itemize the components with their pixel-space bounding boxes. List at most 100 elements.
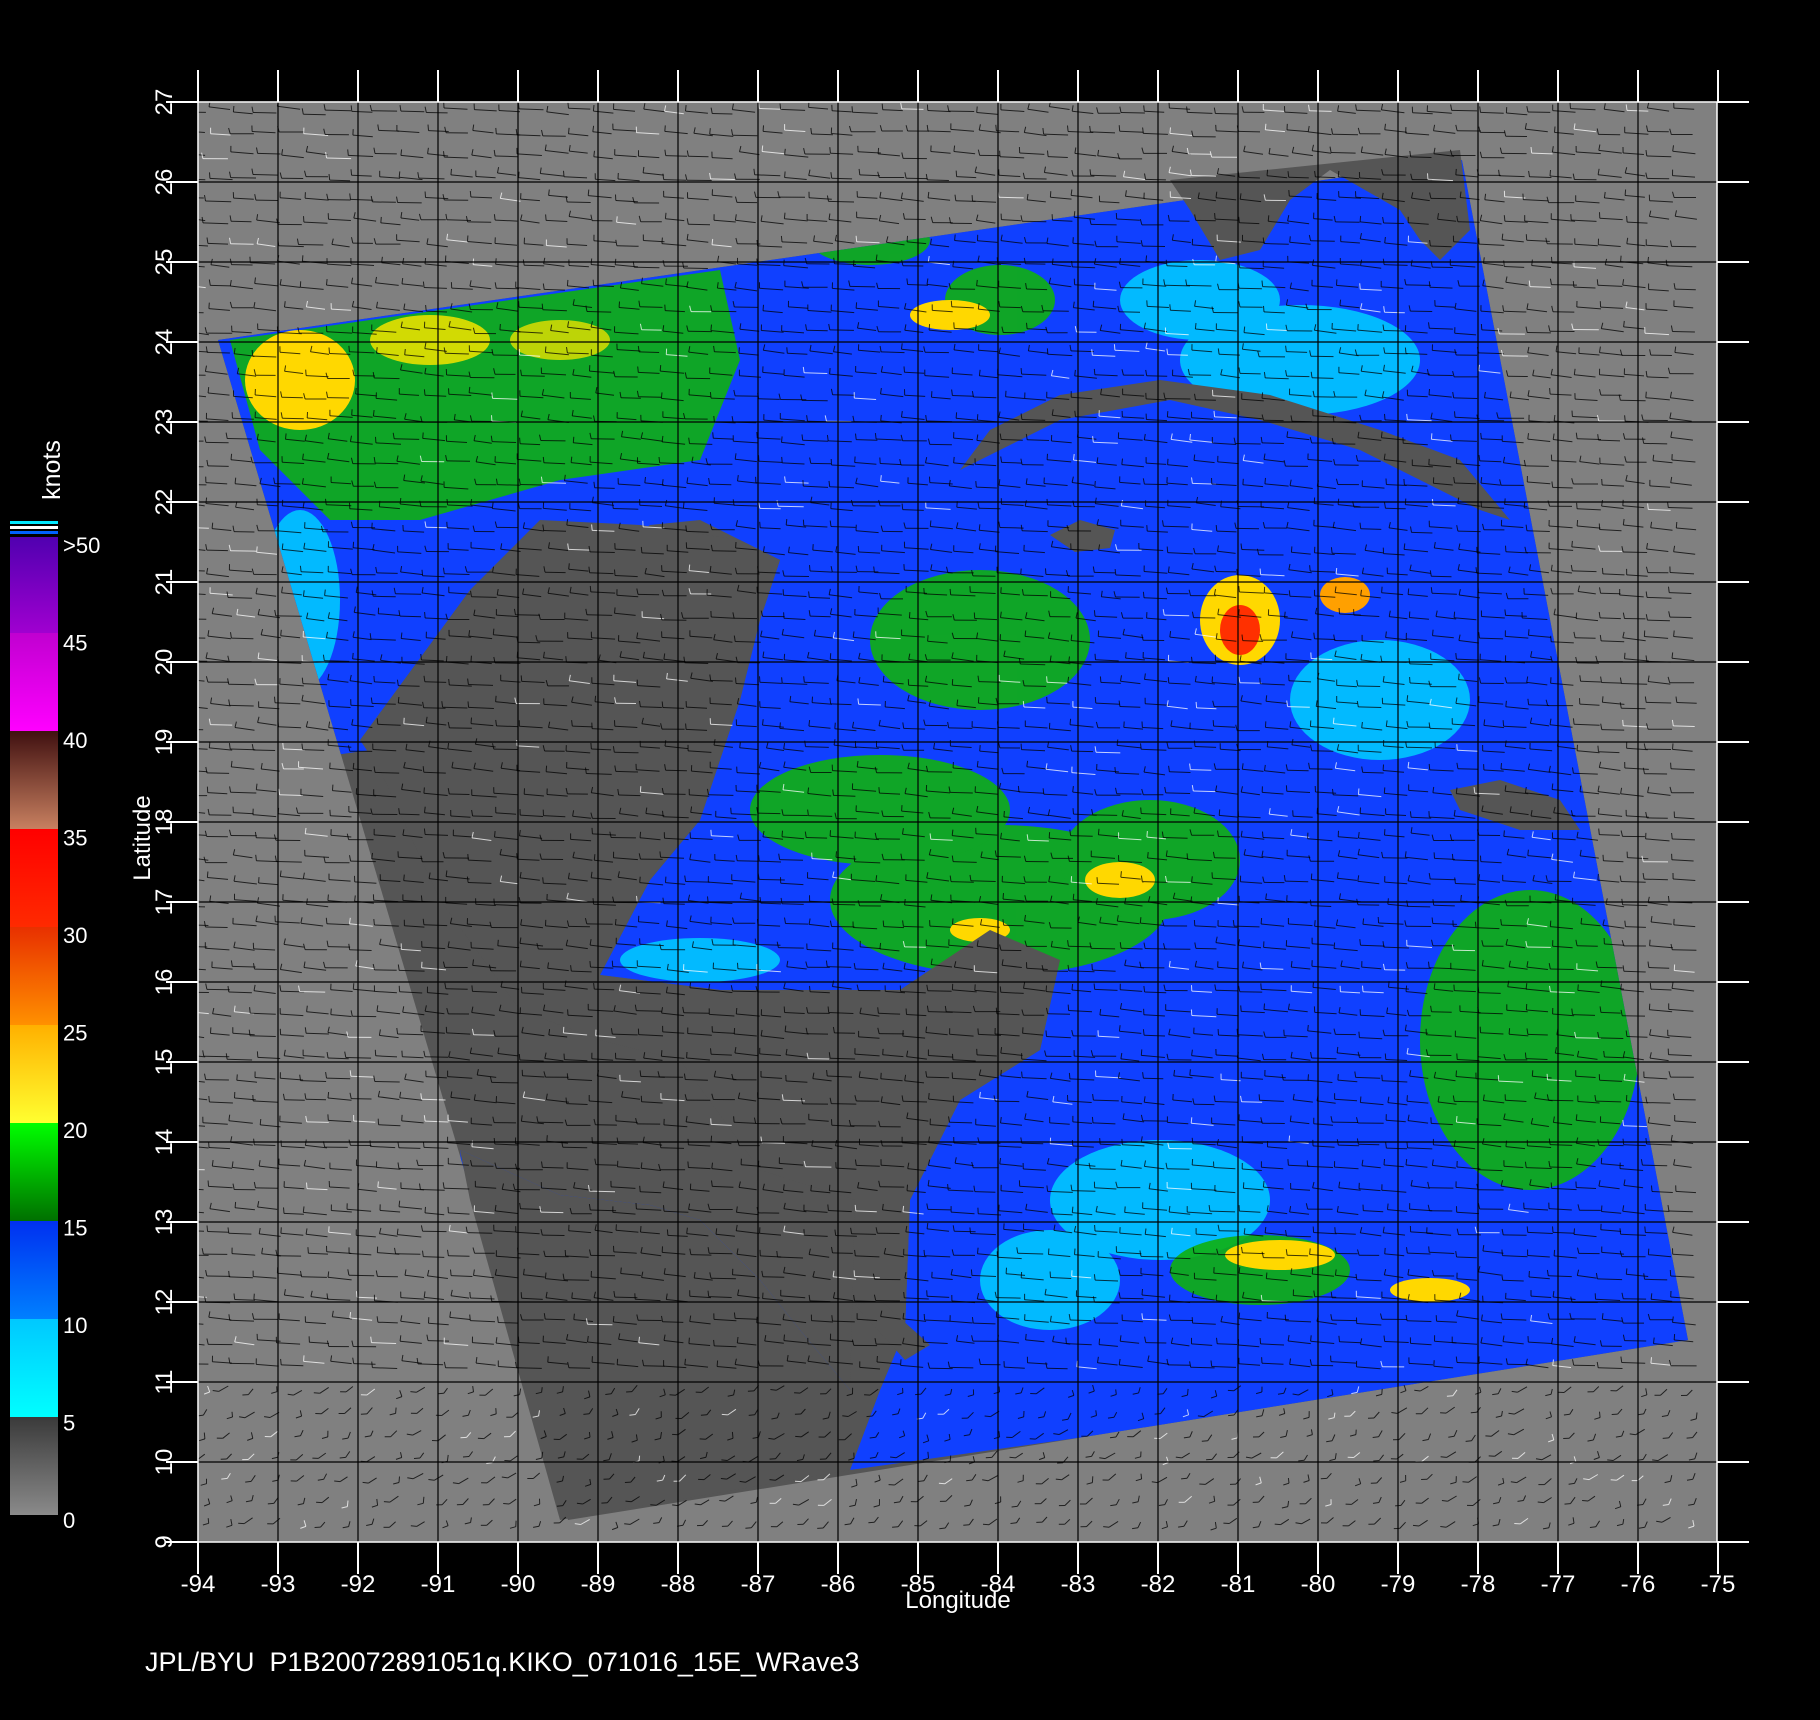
wind-barb — [1525, 465, 1549, 467]
wind-barb-flag — [443, 151, 445, 158]
wind-barb-flag — [372, 410, 375, 417]
wind-barb-flag — [422, 766, 425, 773]
wind-barb-flag — [1332, 788, 1334, 795]
wind-barb-flag — [636, 895, 638, 902]
wind-barb — [496, 725, 518, 728]
wind-barb — [1146, 375, 1168, 377]
wind-barb-flag — [953, 456, 955, 463]
wind-barb-flag — [1114, 569, 1117, 576]
wind-barb-flag — [1165, 259, 1168, 266]
wind-barb-flag — [1673, 630, 1675, 637]
wind-barb — [206, 772, 230, 774]
wind-barb — [198, 618, 207, 620]
wind-barb-flag — [467, 854, 469, 861]
wind-barb-flag — [1454, 877, 1456, 884]
wind-barb — [1239, 267, 1265, 270]
wind-barb-flag — [1265, 695, 1268, 702]
wind-barb — [618, 794, 641, 797]
wind-barb-flag — [518, 171, 520, 178]
wind-barb-flag — [572, 436, 575, 443]
wind-barb-flag — [951, 829, 954, 836]
wind-barb-flag — [186, 280, 187, 286]
wind-barb-flag — [1125, 652, 1127, 659]
wind-barb-flag — [1096, 457, 1099, 464]
wind-barb-flag — [179, 723, 180, 729]
wind-barb-flag — [1195, 701, 1198, 708]
wind-barb-flag — [1384, 236, 1386, 244]
wind-barb-flag — [1652, 454, 1655, 461]
wind-barb-flag — [1145, 255, 1148, 262]
wind-barb — [901, 859, 925, 861]
wind-barb-flag — [350, 105, 353, 112]
wind-barb-flag — [274, 696, 276, 703]
wind-barb — [778, 947, 804, 949]
wind-barb-flag — [1120, 871, 1122, 878]
wind-barb — [1311, 377, 1334, 379]
wind-barb-flag — [1450, 434, 1452, 441]
wind-barb — [1145, 178, 1166, 181]
wind-barb-flag — [855, 433, 857, 440]
wind-barb-flag — [1387, 898, 1389, 905]
wind-barb-flag — [1093, 368, 1096, 375]
wind-barb — [253, 112, 277, 114]
wind-barb-flag — [756, 431, 758, 439]
wind-barb-flag — [1527, 698, 1530, 705]
wind-barb — [1311, 750, 1334, 752]
wind-barb-flag — [1505, 700, 1507, 707]
wind-barb-flag — [779, 103, 782, 110]
wind-barb-flag — [1455, 653, 1457, 660]
wind-barb-flag — [828, 480, 831, 487]
wind-barb-flag — [1383, 787, 1386, 794]
wind-barb-flag — [1260, 917, 1263, 925]
wind-barb — [615, 770, 639, 773]
wind-barb-flag — [874, 433, 877, 440]
wind-barb-flag — [256, 546, 258, 553]
wind-barb — [207, 465, 229, 467]
wind-barb — [424, 681, 447, 683]
wind-barb-flag — [781, 677, 783, 684]
wind-barb-flag — [1403, 478, 1405, 486]
wind-barb — [282, 417, 304, 420]
wind-barb — [1433, 904, 1455, 907]
wind-barb — [328, 946, 351, 948]
wind-barb-flag — [570, 965, 572, 972]
wind-barb — [303, 113, 326, 116]
wind-barb-flag — [593, 150, 595, 157]
wind-barb — [639, 351, 660, 353]
wind-barb-flag — [1645, 391, 1647, 398]
wind-barb-flag — [1287, 171, 1290, 178]
wind-barb-flag — [1569, 102, 1571, 109]
wind-barb — [423, 707, 446, 709]
wind-barb-flag — [1339, 299, 1342, 306]
wind-barb-flag — [783, 212, 786, 219]
wind-barb-flag — [448, 678, 450, 686]
wind-barb-flag — [397, 696, 400, 704]
wind-barb-flag — [1474, 921, 1477, 928]
wind-barb-flag — [1473, 787, 1476, 794]
wind-barb-flag — [801, 434, 804, 441]
wind-barb-flag — [616, 216, 618, 223]
wind-barb — [1601, 682, 1622, 684]
wind-barb — [1026, 288, 1048, 291]
wind-barb — [542, 482, 567, 484]
wind-barb — [210, 724, 233, 726]
wind-barb-flag — [1624, 652, 1626, 659]
wind-barb-flag — [664, 125, 666, 132]
wind-barb-flag — [1089, 125, 1091, 132]
wind-barb — [1384, 311, 1405, 314]
wind-barb — [685, 881, 710, 883]
wind-barb-flag — [355, 387, 357, 395]
wind-barb-flag — [1042, 128, 1045, 135]
wind-barb-flag — [1290, 546, 1293, 553]
wind-barb-flag — [183, 919, 184, 925]
wind-barb — [394, 438, 420, 440]
wind-barb-flag — [399, 497, 402, 505]
wind-barb-flag — [975, 481, 977, 488]
wind-barb — [1332, 133, 1359, 136]
wind-barb — [806, 329, 828, 332]
wind-barb — [1407, 905, 1431, 908]
wind-barb-flag — [1675, 521, 1678, 529]
wind-barb-flag — [685, 105, 687, 112]
wind-barb — [1600, 592, 1621, 595]
wind-barb — [198, 484, 207, 486]
